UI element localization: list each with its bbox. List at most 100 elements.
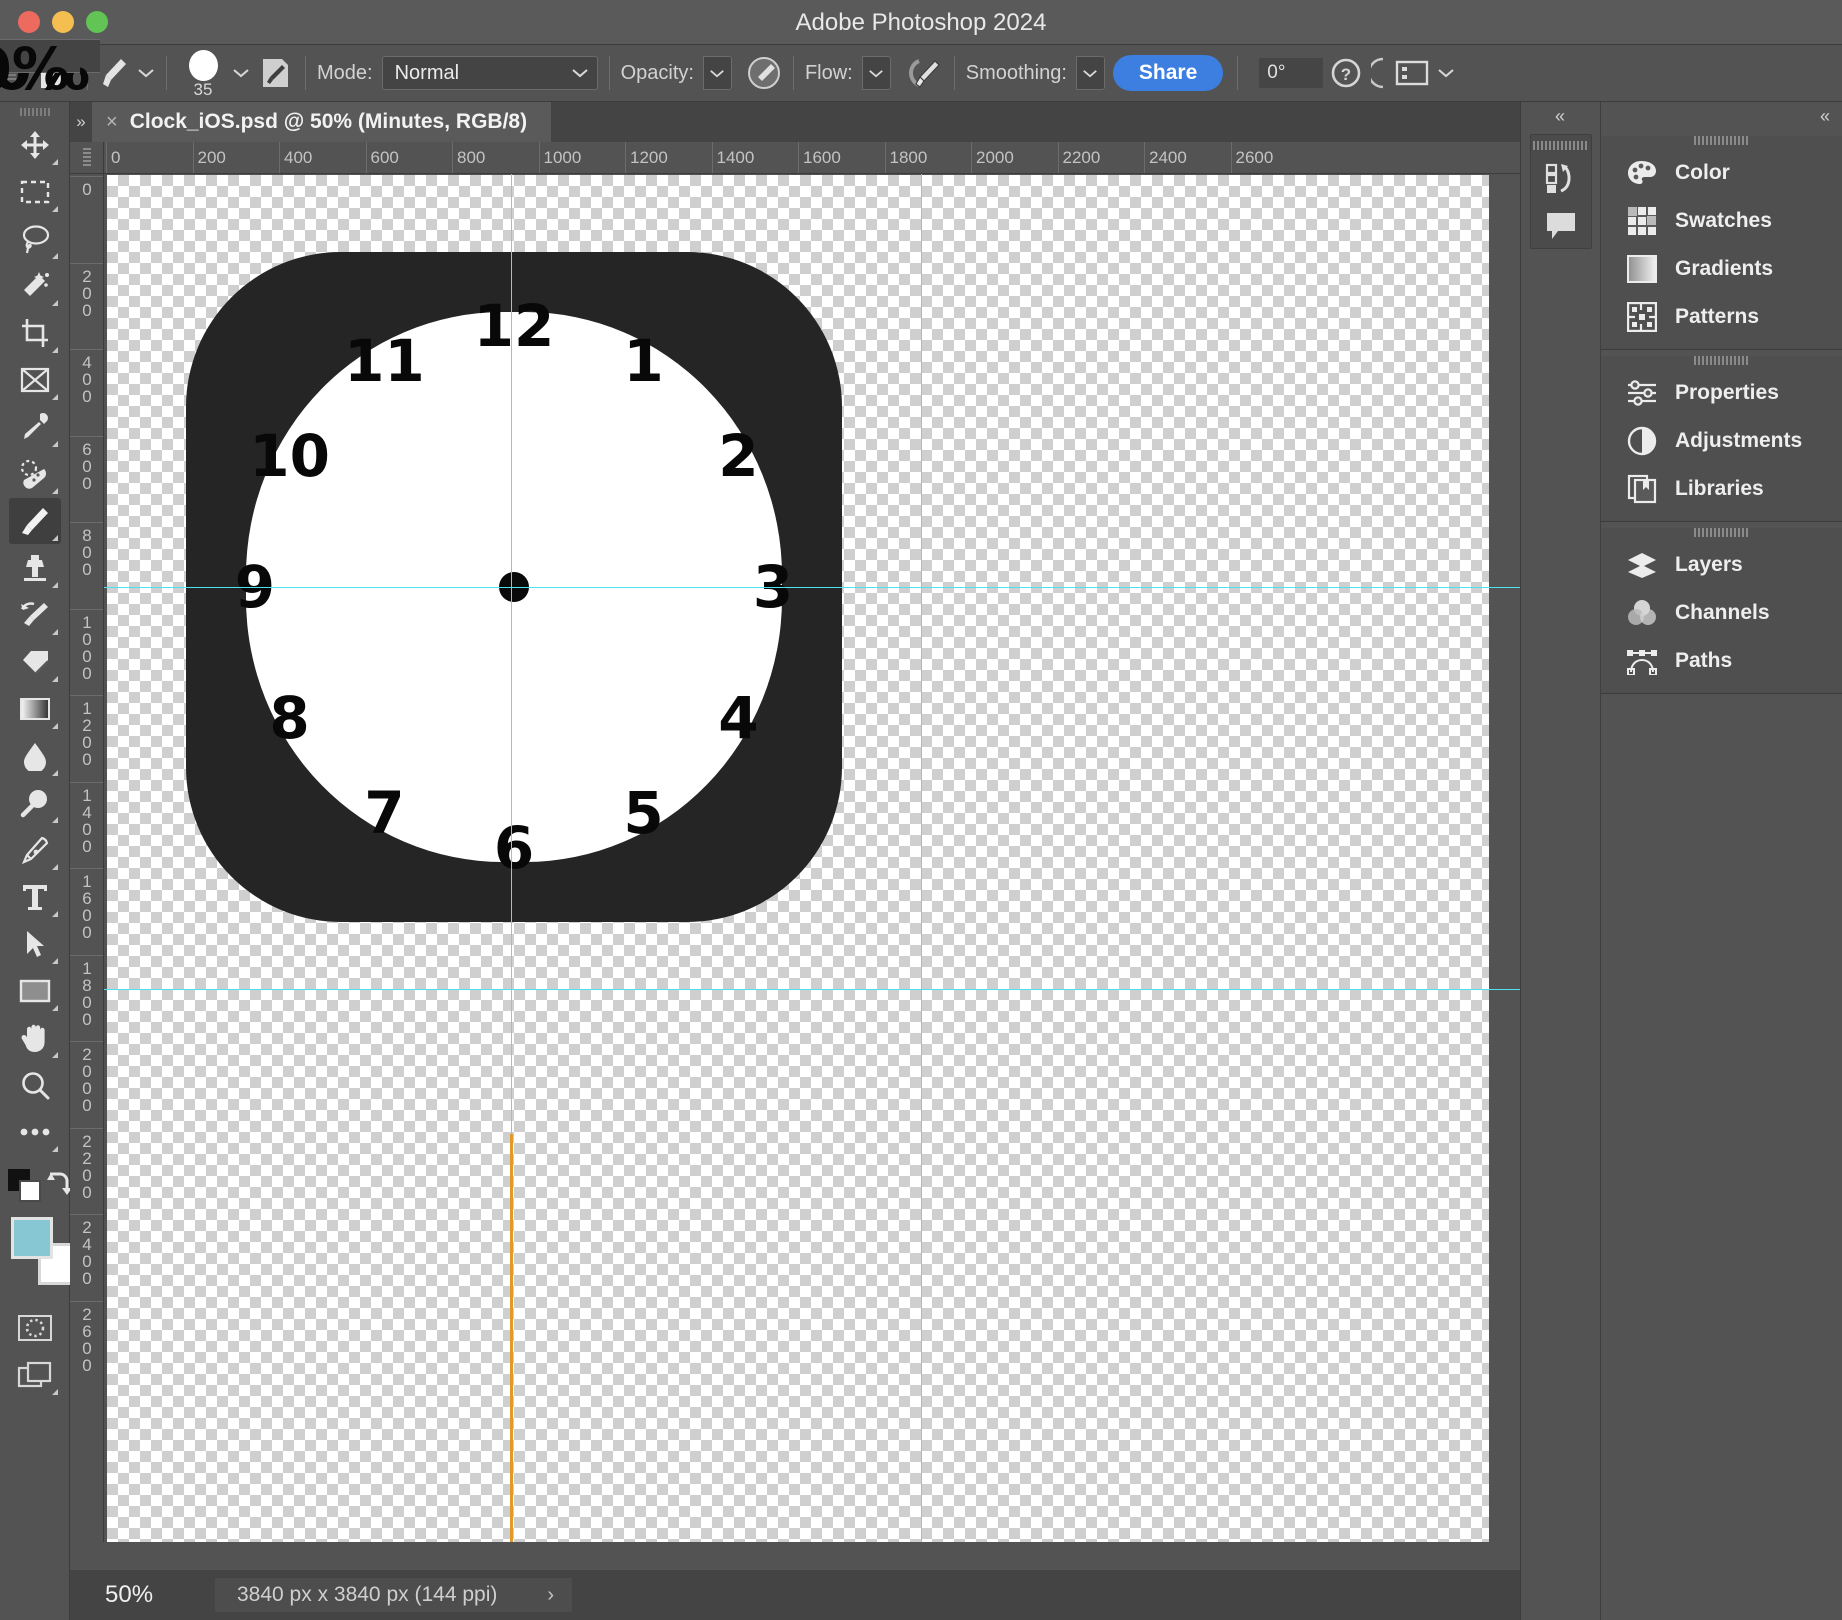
canvas-area[interactable]: 12 1 2 3 4 5 6 7 8 9 10 11 <box>104 174 1520 1542</box>
chevron-down-icon[interactable] <box>232 67 250 79</box>
ruler-corner[interactable] <box>70 142 104 174</box>
smoothing-dropdown-button[interactable] <box>1075 56 1105 90</box>
brush-angle-input[interactable]: 0° <box>1259 58 1324 88</box>
ruler-label: 1000 <box>82 612 92 683</box>
zoom-tool[interactable] <box>9 1062 61 1108</box>
rail-group-grip[interactable] <box>1533 141 1589 150</box>
status-bar: 50% 3840 px x 3840 px (144 ppi) › <box>70 1570 1520 1620</box>
path-selection-tool[interactable] <box>9 921 61 967</box>
frame-tool[interactable] <box>9 357 61 403</box>
comments-panel-button[interactable] <box>1531 201 1591 248</box>
history-panel-button[interactable] <box>1531 154 1591 201</box>
ruler-tick <box>70 954 103 956</box>
workspace-switcher-icon[interactable] <box>1395 59 1429 87</box>
ruler-label: 1200 <box>82 699 92 769</box>
help-question-icon[interactable]: ? <box>1329 56 1363 90</box>
chevron-down-icon <box>137 67 155 79</box>
guide-horizontal-lower[interactable] <box>104 989 1520 990</box>
opacity-dropdown-button[interactable] <box>702 56 732 90</box>
spot-healing-brush-tool[interactable] <box>9 451 61 497</box>
tool-options-bar: 35 Mode: Normal Opacity: 100% <box>0 39 1842 102</box>
panel-item-channels[interactable]: Channels <box>1601 589 1842 637</box>
vertical-ruler[interactable]: 0 200 400 600 800 1000 1200 1400 1600 1800 2000 220… <box>70 174 104 1542</box>
guide-horizontal-center[interactable] <box>104 587 1520 588</box>
panel-item-label: Color <box>1675 161 1730 184</box>
ruler-label: 200 <box>197 148 226 167</box>
blend-mode-select[interactable]: Normal <box>381 56 598 90</box>
zoom-level-input[interactable]: 50% <box>105 1581 215 1609</box>
pen-tool[interactable] <box>9 827 61 873</box>
hand-tool[interactable] <box>9 1015 61 1061</box>
ruler-tick <box>452 142 453 173</box>
properties-group-grip[interactable] <box>1693 356 1750 365</box>
panel-item-color[interactable]: Color <box>1601 149 1842 197</box>
default-colors-icon[interactable] <box>8 1169 42 1203</box>
brush-settings-button[interactable] <box>260 45 294 101</box>
rectangle-tool[interactable] <box>9 968 61 1014</box>
ruler-label: 600 <box>370 148 399 167</box>
flow-dropdown-button[interactable] <box>861 56 891 90</box>
edit-toolbar-button[interactable] <box>9 1109 61 1155</box>
document-tab-title: Clock_iOS.psd @ 50% (Minutes, RGB/8) <box>129 110 528 133</box>
collapse-rail-button[interactable]: « <box>1520 102 1600 130</box>
airbrush-toggle[interactable] <box>905 45 943 101</box>
ruler-label: 400 <box>284 148 313 167</box>
panel-item-libraries[interactable]: Libraries <box>1601 465 1842 513</box>
ruler-label: 800 <box>82 526 92 579</box>
clone-stamp-tool[interactable] <box>9 545 61 591</box>
document-size-info[interactable]: 3840 px x 3840 px (144 ppi) › <box>215 1578 573 1612</box>
crop-tool[interactable] <box>9 310 61 356</box>
quick-mask-button[interactable] <box>9 1305 61 1351</box>
rectangular-marquee-tool[interactable] <box>9 169 61 215</box>
swatches-grid-icon <box>1625 204 1659 238</box>
swap-colors-icon[interactable] <box>46 1171 70 1197</box>
color-swatches <box>5 1215 80 1287</box>
layers-group-grip[interactable] <box>1693 528 1750 537</box>
guide-selected-vertical[interactable] <box>510 1134 513 1542</box>
opacity-pressure-toggle[interactable] <box>746 45 782 101</box>
tablet-pressure-icon[interactable] <box>1371 56 1387 90</box>
guide-vertical-right[interactable] <box>921 174 922 1542</box>
color-group-grip[interactable] <box>1693 136 1750 145</box>
panel-item-properties[interactable]: Properties <box>1601 369 1842 417</box>
lasso-tool[interactable] <box>9 216 61 262</box>
share-button[interactable]: Share <box>1112 55 1224 91</box>
paths-bezier-icon <box>1625 644 1659 678</box>
close-document-icon[interactable]: × <box>106 111 118 134</box>
channels-venn-icon <box>1625 596 1659 630</box>
tools-panel-grip[interactable] <box>19 108 50 116</box>
document-tab[interactable]: × Clock_iOS.psd @ 50% (Minutes, RGB/8) <box>92 102 552 142</box>
document-size-text: 3840 px x 3840 px (144 ppi) <box>237 1583 498 1606</box>
eraser-tool[interactable] <box>9 639 61 685</box>
horizontal-ruler[interactable]: 0 200 400 600 800 1000 1200 1400 1600 1800 2000 220… <box>104 142 1520 174</box>
type-tool[interactable] <box>9 874 61 920</box>
screen-mode-button[interactable] <box>9 1352 61 1398</box>
panel-item-patterns[interactable]: Patterns <box>1601 293 1842 341</box>
collapse-dock-button[interactable]: « <box>1820 106 1830 127</box>
brush-preset-icon <box>99 56 129 90</box>
brush-tool[interactable] <box>8 498 61 544</box>
panel-item-adjustments[interactable]: Adjustments <box>1601 417 1842 465</box>
move-tool[interactable] <box>9 122 61 168</box>
foreground-color-swatch[interactable] <box>10 1217 53 1259</box>
collapse-left-panels-button[interactable]: » <box>70 102 92 142</box>
divider <box>953 56 955 90</box>
panel-item-gradients[interactable]: Gradients <box>1601 245 1842 293</box>
panel-item-paths[interactable]: Paths <box>1601 637 1842 685</box>
dodge-tool[interactable] <box>9 780 61 826</box>
panel-item-swatches[interactable]: Swatches <box>1601 197 1842 245</box>
ruler-label: 1400 <box>82 785 92 856</box>
brush-size-preview[interactable]: 35 <box>180 50 226 99</box>
history-brush-tool[interactable] <box>9 592 61 638</box>
blur-tool[interactable] <box>9 733 61 779</box>
chevron-right-icon[interactable]: › <box>547 1578 554 1612</box>
gradient-tool[interactable] <box>9 686 61 732</box>
ruler-tick <box>70 1214 103 1215</box>
chevron-more-icon[interactable] <box>1437 67 1455 79</box>
smoothing-input[interactable]: 10% <box>0 39 80 98</box>
eyedropper-tool[interactable] <box>9 404 61 450</box>
chevron-down-icon <box>571 67 589 79</box>
object-selection-tool[interactable] <box>9 263 61 309</box>
panel-item-layers[interactable]: Layers <box>1601 541 1842 589</box>
brush-preset-picker[interactable] <box>99 45 155 101</box>
